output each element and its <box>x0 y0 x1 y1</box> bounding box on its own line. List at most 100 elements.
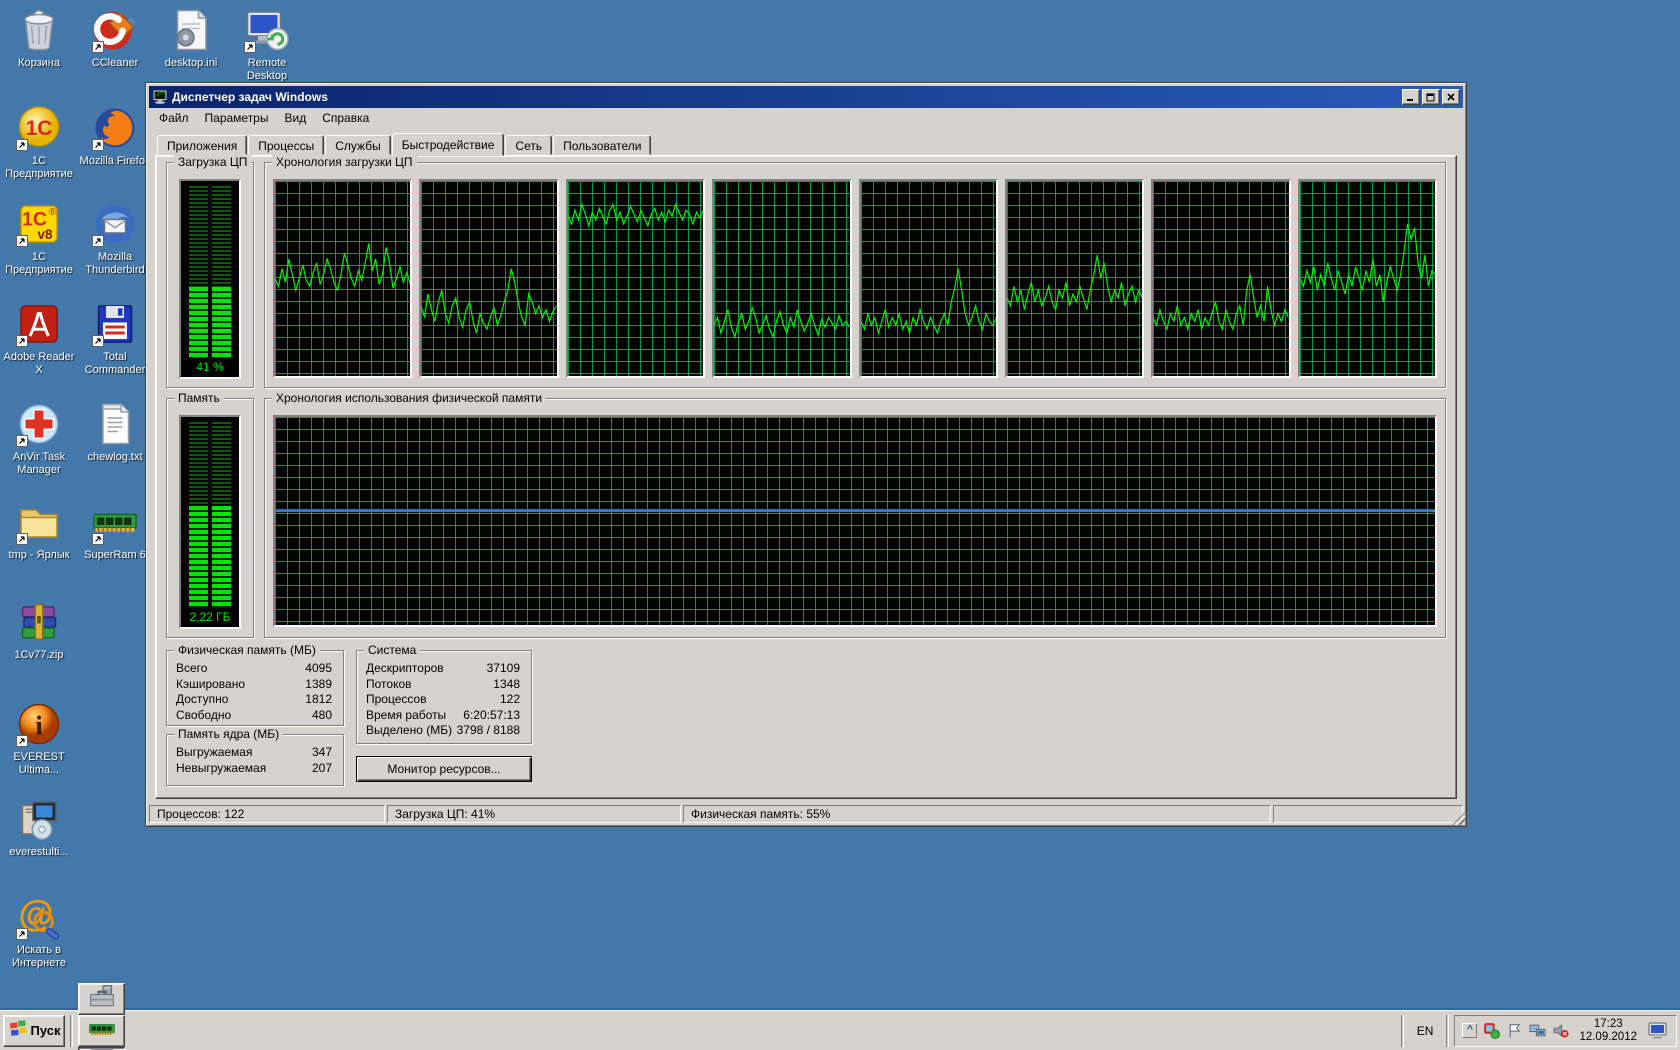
physical-memory-label: Доступно <box>176 692 228 708</box>
resource-monitor-button[interactable]: Монитор ресурсов... <box>356 756 532 782</box>
system-row: Процессов122 <box>359 692 529 708</box>
physical-memory-label: Свободно <box>176 708 231 724</box>
tab-applications[interactable]: Приложения <box>157 135 247 155</box>
tab-network[interactable]: Сеть <box>505 135 552 155</box>
desktop-icon-remote-desktop[interactable]: Remote Desktop <box>228 6 306 83</box>
cpu-history-graph-8 <box>1298 179 1437 378</box>
shortcut-arrow-icon <box>16 533 28 545</box>
tab-users[interactable]: Пользователи <box>553 135 651 155</box>
memory-history-group-title: Хронология использования физической памя… <box>272 391 546 405</box>
menu-bar: ФайлПараметрыВидСправка <box>149 108 1463 128</box>
tray-anvir-tray-icon[interactable] <box>1483 1022 1500 1039</box>
show-desktop-icon[interactable] <box>1647 1021 1669 1041</box>
tray-network-icon[interactable] <box>1529 1022 1546 1039</box>
tray-flag-icon[interactable] <box>1506 1022 1523 1039</box>
physical-memory-value: 1389 <box>305 677 332 693</box>
shortcut-arrow-icon <box>244 41 256 53</box>
start-button[interactable]: Пуск <box>3 1015 65 1047</box>
tab-services[interactable]: Службы <box>325 135 390 155</box>
desktop-icon-chewlog-txt[interactable]: chewlog.txt <box>76 400 154 464</box>
cpu-history-graphs <box>273 179 1437 378</box>
desktop-icon-tmp-shortcut[interactable]: tmp - Ярлык <box>0 498 78 562</box>
desktop-icon-label: 1Cv77.zip <box>0 649 78 662</box>
taskbar-button-superram[interactable] <box>78 1015 125 1047</box>
desktop-icon-1c-predpriyatie[interactable]: 1С1С Предприятие <box>0 104 78 181</box>
desktop-icon-recycle-bin[interactable]: Корзина <box>0 6 78 70</box>
taskbar-clock[interactable]: 17:23 12.09.2012 <box>1575 1018 1641 1044</box>
desktop-icon-label: chewlog.txt <box>76 451 154 464</box>
svg-text:®: ® <box>49 206 57 218</box>
desktop-icon-adobe-reader-x[interactable]: Adobe Reader X <box>0 300 78 377</box>
taskbar-button-anvir-toolbox[interactable] <box>78 983 125 1015</box>
status-processes: Процессов: 122 <box>149 805 385 823</box>
desktop-icon-1cv77-zip[interactable]: 1Cv77.zip <box>0 598 78 662</box>
desktop-icon-mozilla-thunderbird[interactable]: Mozilla Thunderbird <box>76 200 154 277</box>
taskbar-button-task-manager[interactable] <box>78 1047 125 1050</box>
language-indicator[interactable]: EN <box>1409 1024 1442 1038</box>
desktop-icon-label: Искать в Интернете <box>0 944 78 970</box>
close-button[interactable] <box>1442 89 1460 105</box>
desktop-icon-everest-ultimate[interactable]: iEVEREST Ultima... <box>0 700 78 777</box>
system-value: 3798 / 8188 <box>457 723 520 739</box>
memory-gauge: 2,22 ГБ <box>179 415 241 629</box>
physical-memory-value: 4095 <box>305 661 332 677</box>
cpu-usage-group: Загрузка ЦП 41 % <box>166 162 254 388</box>
kernel-memory-group: Память ядра (МБ) Выгружаемая347Невыгружа… <box>166 734 344 786</box>
maximize-button[interactable] <box>1422 89 1440 105</box>
cpu-usage-gauge: 41 % <box>179 179 241 379</box>
desktop-icon-label: desktop.ini <box>152 57 230 70</box>
status-physical-memory: Физическая память: 55% <box>683 805 1271 823</box>
desktop-icon-ccleaner[interactable]: CCleaner <box>76 6 154 70</box>
memory-gauge-group-title: Память <box>174 391 224 405</box>
kernel-memory-row: Выгружаемая347 <box>169 745 341 761</box>
task-manager-icon <box>152 89 168 105</box>
desktop-icon-1c-predpriyatie-v8[interactable]: 1Сv8®1С Предприятие <box>0 200 78 277</box>
minimize-button[interactable] <box>1402 89 1420 105</box>
tab-performance[interactable]: Быстродействие <box>392 133 505 156</box>
start-button-label: Пуск <box>31 1023 61 1038</box>
desktop-icon-label: Корзина <box>0 57 78 70</box>
tray-collapse-chevron-icon[interactable]: ^ <box>1462 1023 1477 1038</box>
system-label: Выделено (МБ) <box>366 723 452 739</box>
task-manager-window: Диспетчер задач Windows ФайлПараметрыВид… <box>145 82 1467 827</box>
desktop-icon-search-internet[interactable]: @Искать в Интернете <box>0 893 78 970</box>
trash-icon <box>15 43 63 57</box>
title-bar[interactable]: Диспетчер задач Windows <box>149 86 1463 108</box>
desktop-icon-superram-6[interactable]: SuperRam 6 <box>76 498 154 562</box>
physical-memory-row: Всего4095 <box>169 661 341 677</box>
menu-item-options[interactable]: Параметры <box>197 109 277 127</box>
status-empty <box>1273 805 1463 823</box>
physical-memory-value: 1812 <box>305 692 332 708</box>
menu-item-help[interactable]: Справка <box>314 109 377 127</box>
desktop-icon-total-commander[interactable]: Total Commander <box>76 300 154 377</box>
desktop-icon-anvir-task-manager[interactable]: AnVir Task Manager <box>0 400 78 477</box>
menu-item-view[interactable]: Вид <box>276 109 314 127</box>
tab-control: ПриложенияПроцессыСлужбыБыстродействиеСе… <box>155 132 1457 799</box>
tab-processes[interactable]: Процессы <box>248 135 324 155</box>
shortcut-arrow-icon <box>16 735 28 747</box>
cpu-history-graph-1 <box>273 179 412 378</box>
system-value: 122 <box>500 692 520 708</box>
cpu-history-graph-6 <box>1005 179 1144 378</box>
tray-volume-muted-icon[interactable] <box>1552 1022 1569 1039</box>
taskbar-separator <box>1446 1015 1449 1047</box>
shortcut-arrow-icon <box>92 235 104 247</box>
desktop-icon-mozilla-firefox[interactable]: Mozilla Firefox <box>76 104 154 168</box>
physical-memory-label: Кэшировано <box>176 677 245 693</box>
shortcut-arrow-icon <box>92 335 104 347</box>
desktop-icon-label: Total Commander <box>76 351 154 377</box>
desktop-icon-desktop-ini[interactable]: desktop.ini <box>152 6 230 70</box>
setup-icon <box>15 832 63 846</box>
desktop-icon-label: Mozilla Thunderbird <box>76 251 154 277</box>
taskbar-separator <box>1401 1015 1404 1047</box>
menu-item-file[interactable]: Файл <box>151 109 197 127</box>
desktop-icon-label: tmp - Ярлык <box>0 549 78 562</box>
system-group: Система Дескрипторов37109Потоков1348Проц… <box>356 650 532 744</box>
memory-history-group: Хронология использования физической памя… <box>264 398 1446 638</box>
status-cpu-load: Загрузка ЦП: 41% <box>387 805 681 823</box>
cpu-usage-leds <box>189 186 231 358</box>
cpu-history-graph-5 <box>859 179 998 378</box>
physical-memory-row: Доступно 1812 <box>169 692 341 708</box>
desktop-icon-everestulti-setup[interactable]: everestulti... <box>0 795 78 859</box>
tab-strip: ПриложенияПроцессыСлужбыБыстродействиеСе… <box>155 132 1457 155</box>
